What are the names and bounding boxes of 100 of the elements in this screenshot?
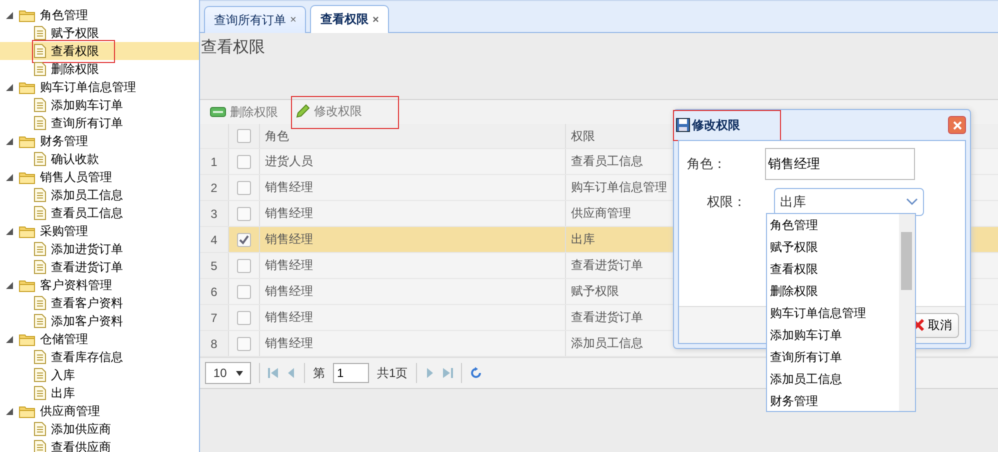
tree-folder-label[interactable]: 仓储管理 — [38, 330, 90, 348]
tree-item[interactable]: 添加客户资料 — [0, 312, 199, 330]
collapse-triangle-icon[interactable] — [6, 174, 13, 180]
tree-item[interactable]: 添加购车订单 — [0, 96, 199, 114]
dropdown-option[interactable]: 查询所有订单 — [767, 346, 899, 368]
field-label: 权限： — [706, 193, 747, 211]
page-size-select[interactable]: 10 — [205, 362, 251, 384]
column-header[interactable]: 权限 — [571, 128, 595, 144]
checkbox[interactable] — [237, 336, 251, 350]
edit-button[interactable]: 修改权限 — [292, 96, 398, 128]
dropdown-option[interactable]: 删除权限 — [767, 280, 899, 302]
tree-item[interactable]: 查看员工信息 — [0, 204, 199, 222]
tree-item[interactable]: 添加供应商 — [0, 420, 199, 438]
tree-folder-label[interactable]: 销售人员管理 — [38, 168, 114, 186]
checkbox[interactable] — [237, 129, 251, 143]
file-icon — [34, 440, 46, 452]
collapse-triangle-icon[interactable] — [6, 408, 13, 414]
checkbox[interactable] — [237, 206, 251, 220]
delete-button[interactable]: 删除权限 — [206, 102, 282, 122]
table-cell: 购车订单信息管理 — [571, 179, 667, 196]
row-number: 7 — [210, 310, 218, 324]
dropdown-option[interactable]: 角色管理 — [767, 214, 899, 236]
table-cell: 销售经理 — [265, 335, 313, 352]
tree-item[interactable]: 查看库存信息 — [0, 348, 199, 366]
file-icon — [34, 368, 46, 382]
refresh-icon[interactable] — [470, 367, 482, 379]
dropdown-option[interactable]: 查看权限 — [767, 258, 899, 280]
pencil-icon — [296, 104, 310, 118]
tree-item[interactable]: 查看进货订单 — [0, 258, 199, 276]
collapse-triangle-icon[interactable] — [6, 282, 13, 288]
file-icon — [34, 422, 46, 436]
collapse-triangle-icon[interactable] — [6, 228, 13, 234]
tree-folder-label[interactable]: 财务管理 — [38, 132, 90, 150]
collapse-triangle-icon[interactable] — [6, 336, 13, 342]
file-icon — [34, 26, 46, 40]
file-icon — [34, 260, 46, 274]
checkbox[interactable] — [237, 180, 251, 194]
tree-item[interactable]: 入库 — [0, 366, 199, 384]
tree-item[interactable]: 添加员工信息 — [0, 186, 199, 204]
tree-item[interactable]: 查看供应商 — [0, 438, 199, 452]
file-icon — [34, 44, 46, 58]
chevron-icon — [906, 198, 918, 206]
checkbox[interactable] — [237, 310, 251, 324]
table-cell: 销售经理 — [265, 309, 313, 326]
file-icon — [34, 152, 46, 166]
folder-icon — [19, 80, 35, 94]
table-cell: 查看进货订单 — [571, 257, 643, 274]
tree-item[interactable]: 确认收款 — [0, 150, 199, 168]
page-input[interactable]: 1 — [333, 363, 369, 383]
panel-title: 查看权限 — [201, 39, 265, 56]
tree-folder-label[interactable]: 购车订单信息管理 — [38, 78, 138, 96]
scrollbar[interactable] — [899, 214, 915, 411]
row-number: 4 — [210, 232, 218, 246]
tree-item[interactable]: 赋予权限 — [0, 24, 199, 42]
last-page-icon[interactable] — [442, 367, 453, 379]
column-header[interactable]: 角色 — [265, 128, 289, 144]
row-number: 8 — [210, 336, 218, 350]
dropdown-option[interactable]: 添加员工信息 — [767, 368, 899, 390]
folder-icon — [19, 278, 35, 292]
dropdown-option[interactable]: 赋予权限 — [767, 236, 899, 258]
close-icon[interactable]: × — [372, 14, 379, 26]
dropdown-option[interactable]: 购车订单信息管理 — [767, 302, 899, 324]
close-button[interactable] — [948, 116, 966, 134]
permission-combobox[interactable]: 出库 — [774, 188, 924, 216]
tree-folder-label[interactable]: 采购管理 — [38, 222, 90, 240]
folder-icon — [19, 224, 35, 238]
first-page-icon[interactable] — [268, 367, 278, 379]
tree-folder-label[interactable]: 供应商管理 — [38, 402, 102, 420]
file-icon — [34, 116, 46, 130]
collapse-triangle-icon[interactable] — [6, 138, 13, 144]
tree-folder-label[interactable]: 角色管理 — [38, 6, 90, 24]
tab[interactable]: 查询所有订单 × — [204, 6, 306, 33]
next-page-icon[interactable] — [424, 367, 435, 379]
row-number: 1 — [210, 154, 218, 168]
checkbox[interactable] — [237, 284, 251, 298]
tree-item[interactable]: 删除权限 — [0, 60, 199, 78]
tree-item[interactable]: 添加进货订单 — [0, 240, 199, 258]
tab[interactable]: 查看权限 × — [310, 5, 389, 33]
dialog-title: 修改权限 — [692, 116, 740, 134]
row-number: 5 — [210, 258, 218, 272]
checkbox[interactable] — [237, 154, 251, 168]
table-cell: 销售经理 — [265, 179, 313, 196]
checkbox[interactable] — [237, 232, 251, 246]
collapse-triangle-icon[interactable] — [6, 84, 13, 90]
tree-item[interactable]: 出库 — [0, 384, 199, 402]
tree-item[interactable]: 查看客户资料 — [0, 294, 199, 312]
checkbox[interactable] — [237, 258, 251, 272]
file-icon — [34, 296, 46, 310]
close-icon[interactable]: × — [290, 14, 296, 26]
role-field[interactable]: 销售经理 — [765, 148, 915, 180]
tree-item[interactable]: 查询所有订单 — [0, 114, 199, 132]
collapse-triangle-icon[interactable] — [6, 12, 13, 18]
dropdown-option[interactable]: 财务管理 — [767, 390, 899, 411]
minus-icon — [210, 107, 226, 117]
previous-page-icon[interactable] — [286, 367, 296, 379]
tree-item[interactable]: 查看权限 — [0, 42, 199, 60]
tree-folder-label[interactable]: 客户资料管理 — [38, 276, 114, 294]
close-icon — [952, 120, 962, 130]
dropdown-option[interactable]: 添加购车订单 — [767, 324, 899, 346]
table-cell: 进货人员 — [265, 153, 313, 170]
